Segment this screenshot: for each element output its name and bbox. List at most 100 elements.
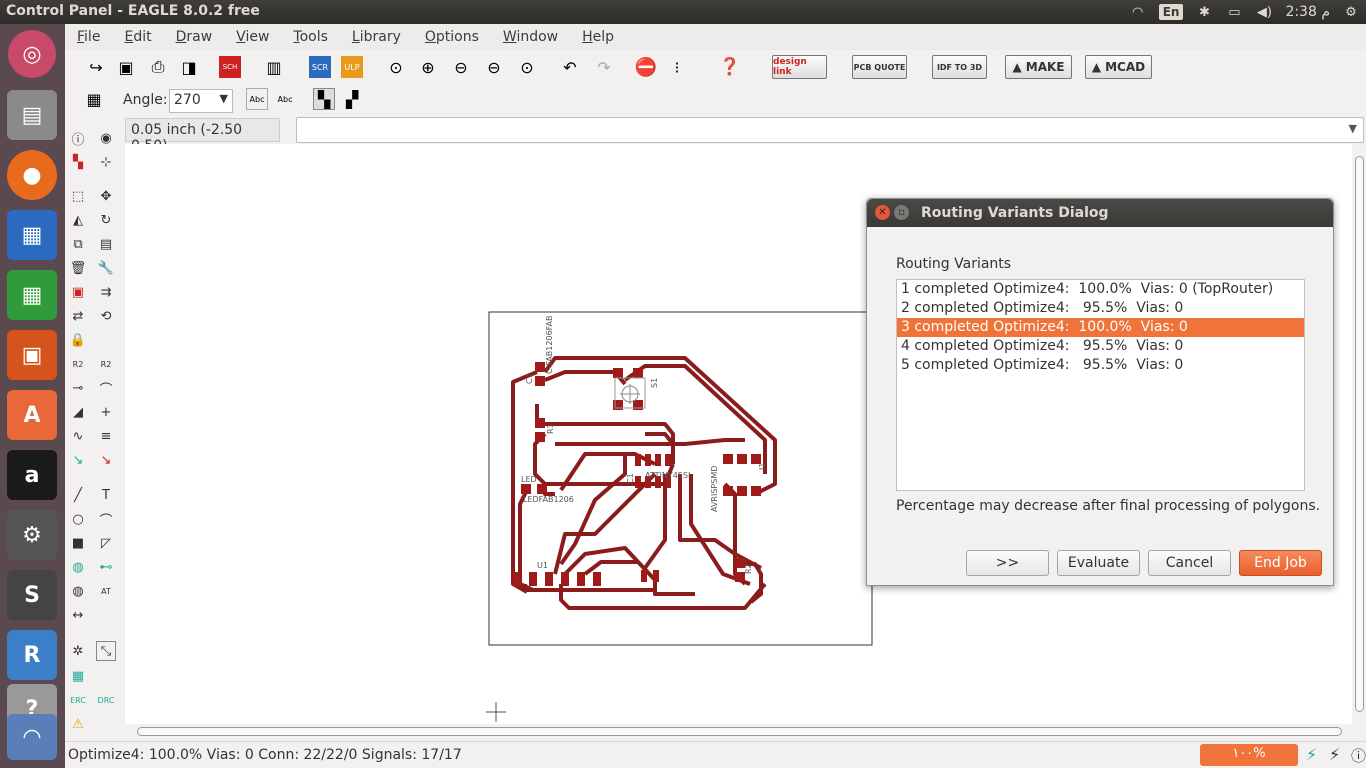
volume-icon[interactable]: ◀) — [1255, 4, 1273, 20]
text-spin-icon[interactable]: Abc — [274, 88, 296, 110]
cancel-button[interactable]: Cancel — [1148, 550, 1231, 576]
open-icon[interactable]: ↪ — [85, 56, 107, 78]
swap-icon[interactable]: ⇄ — [68, 306, 88, 326]
show-icon[interactable]: ◉ — [96, 128, 116, 148]
rotate-icon[interactable]: ↻ — [96, 210, 116, 230]
save-icon[interactable]: ▣ — [115, 56, 137, 78]
close-icon[interactable]: ✕ — [875, 205, 890, 220]
gear-icon[interactable]: ⚙ — [1342, 4, 1360, 20]
make-button[interactable]: ▲ MAKE — [1005, 55, 1072, 79]
menu-file[interactable]: File — [65, 29, 112, 45]
redo-icon[interactable]: ↷ — [593, 56, 615, 78]
erc-icon[interactable]: ERC — [68, 690, 88, 710]
group-icon[interactable]: ⬚ — [68, 186, 88, 206]
idf-button[interactable]: IDF TO 3D — [932, 55, 987, 79]
mcad-button[interactable]: ▲ MCAD — [1085, 55, 1152, 79]
ripup-icon[interactable]: ↘ — [96, 450, 116, 470]
wire-icon[interactable]: ╱ — [68, 485, 88, 505]
command-line-input[interactable]: ▼ — [296, 117, 1364, 143]
zoom-out-icon[interactable]: ⊖ — [450, 56, 472, 78]
angle-select[interactable]: 270 ▼ — [169, 89, 233, 113]
name-icon[interactable]: R2 — [68, 354, 88, 374]
polygon-icon[interactable]: ◸ — [96, 533, 116, 553]
impress-icon[interactable]: ▣ — [7, 330, 57, 380]
stop-icon[interactable]: ⛔ — [635, 56, 657, 78]
list-item-selected[interactable]: 3 completed Optimize4: 100.0% Vias: 0 — [897, 318, 1304, 337]
text-mirror-icon[interactable]: Abc — [246, 88, 268, 110]
zoom-area-icon[interactable]: ⊙ — [516, 56, 538, 78]
value-icon[interactable]: R2 — [96, 354, 116, 374]
route-icon[interactable]: ↘ — [68, 450, 88, 470]
layout-b-icon[interactable]: ▞ — [341, 88, 363, 110]
horizontal-scroll-thumb[interactable] — [137, 727, 1342, 736]
ulp-icon[interactable]: ULP — [341, 56, 363, 78]
board-icon[interactable]: ▦ — [68, 666, 88, 686]
wifi-icon[interactable]: ◠ — [1129, 4, 1147, 20]
menu-view[interactable]: View — [224, 29, 281, 45]
bluetooth-icon[interactable]: ✱ — [1195, 4, 1213, 20]
replace-icon[interactable]: ⇉ — [96, 282, 116, 302]
layout-a-icon[interactable]: ▚ — [313, 88, 335, 110]
warning-icon[interactable]: ⚠ — [68, 714, 88, 734]
chevron-down-icon[interactable]: ▼ — [1349, 122, 1357, 135]
clock[interactable]: 2:38 م — [1285, 4, 1330, 20]
drc-icon[interactable]: DRC — [96, 690, 116, 710]
menu-options[interactable]: Options — [413, 29, 491, 45]
align-icon[interactable]: ≡ — [96, 426, 116, 446]
print-icon[interactable]: ⎙ — [147, 56, 169, 78]
go-icon[interactable]: ⁝ — [666, 56, 688, 78]
delete-icon[interactable]: 🗑 — [68, 258, 88, 278]
add-icon[interactable]: ▣ — [68, 282, 88, 302]
info-status-icon[interactable]: ⓘ — [1351, 745, 1366, 766]
list-item[interactable]: 4 completed Optimize4: 95.5% Vias: 0 — [897, 337, 1304, 356]
minimize-icon[interactable]: ▫ — [894, 205, 909, 220]
menu-edit[interactable]: Edit — [112, 29, 163, 45]
ubuntu-icon[interactable]: ◎ — [8, 30, 56, 78]
writer-icon[interactable]: ▦ — [7, 210, 57, 260]
smash-icon[interactable]: ⊸ — [68, 378, 88, 398]
list-item[interactable]: 5 completed Optimize4: 95.5% Vias: 0 — [897, 356, 1304, 375]
variants-list[interactable]: 1 completed Optimize4: 100.0% Vias: 0 (T… — [896, 279, 1305, 491]
copy-icon[interactable]: ⧉ — [68, 234, 88, 254]
library-icon[interactable]: ▥ — [263, 56, 285, 78]
zoom-fit-icon[interactable]: ⊙ — [385, 56, 407, 78]
files-icon[interactable]: ▤ — [7, 90, 57, 140]
arc-icon[interactable]: ⌒ — [96, 509, 116, 529]
software-center-icon[interactable]: A — [7, 390, 57, 440]
wrench-icon[interactable]: 🔧 — [96, 258, 116, 278]
settings-icon[interactable]: ⚙ — [7, 510, 57, 560]
battery-icon[interactable]: ▭ — [1225, 4, 1243, 20]
vertical-scrollbar[interactable] — [1352, 144, 1366, 724]
undo-icon[interactable]: ↶ — [559, 56, 581, 78]
rect-icon[interactable]: ■ — [68, 533, 88, 553]
next-button[interactable]: >> — [966, 550, 1049, 576]
grid-status-icon[interactable]: ⚡ — [1306, 745, 1317, 764]
pcb-quote-button[interactable]: PCB QUOTE — [852, 55, 907, 79]
calc-icon[interactable]: ▦ — [7, 270, 57, 320]
circle-icon[interactable]: ○ — [68, 509, 88, 529]
split-icon[interactable]: ◢ — [68, 402, 88, 422]
attribute-icon[interactable]: AT — [96, 581, 116, 601]
paste-icon[interactable]: ▤ — [96, 234, 116, 254]
evaluate-button[interactable]: Evaluate — [1057, 550, 1140, 576]
hole-icon[interactable]: ◍ — [68, 581, 88, 601]
vertical-scroll-thumb[interactable] — [1355, 156, 1364, 712]
menu-draw[interactable]: Draw — [164, 29, 225, 45]
layer-icon[interactable]: ▚ — [68, 152, 88, 172]
autorouter-icon[interactable]: ⤡ — [96, 641, 116, 661]
ratsnest-icon[interactable]: ✲ — [68, 641, 88, 661]
menu-tools[interactable]: Tools — [281, 29, 340, 45]
keyboard-layout[interactable]: En — [1158, 4, 1184, 20]
zoom-in-icon[interactable]: ⊕ — [417, 56, 439, 78]
amazon-icon[interactable]: a — [7, 450, 57, 500]
zoom-select-icon[interactable]: ⊖ — [483, 56, 505, 78]
mirror-icon[interactable]: ◭ — [68, 210, 88, 230]
menu-window[interactable]: Window — [491, 29, 570, 45]
r-icon[interactable]: R — [7, 630, 57, 680]
text-icon[interactable]: T — [96, 485, 116, 505]
grid-icon[interactable]: ▦ — [83, 88, 105, 110]
design-link-button[interactable]: design link — [772, 55, 827, 79]
firefox-icon[interactable]: ● — [7, 150, 57, 200]
menu-help[interactable]: Help — [570, 29, 626, 45]
menu-library[interactable]: Library — [340, 29, 413, 45]
